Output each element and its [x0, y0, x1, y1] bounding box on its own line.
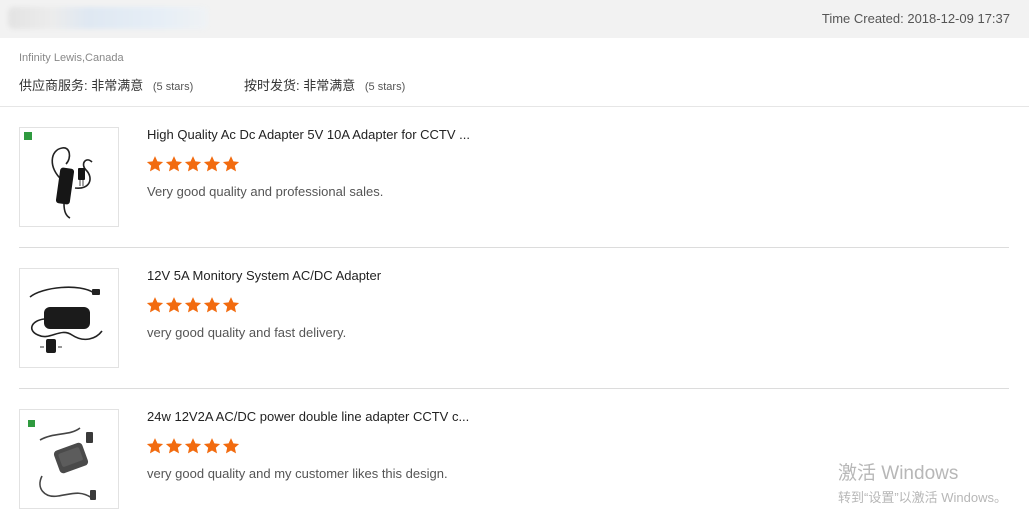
star-icon [222, 438, 240, 454]
star-icon [222, 156, 240, 172]
windows-activation-watermark: 激活 Windows 转到“设置”以激活 Windows。 [838, 462, 1007, 508]
supplier-service-rating: 供应商服务: 非常满意 (5 stars) [19, 75, 193, 94]
review-comment: very good quality and my customer likes … [147, 466, 448, 481]
star-icon [165, 156, 183, 172]
time-created: Time Created: 2018-12-09 17:37 [821, 11, 1010, 26]
star-icon [184, 156, 202, 172]
star-icon [184, 438, 202, 454]
item-divider [19, 247, 1009, 248]
on-time-shipment-label: 按时发货: [244, 78, 300, 93]
header-bar: Time Created: 2018-12-09 17:37 [0, 0, 1029, 38]
power-adapter-icon [28, 420, 96, 500]
product-rating-stars [146, 296, 240, 314]
item-divider [19, 388, 1009, 389]
review-comment: very good quality and fast delivery. [147, 325, 347, 340]
product-thumbnail[interactable] [19, 127, 119, 227]
section-divider [0, 106, 1029, 107]
product-review-item: High Quality Ac Dc Adapter 5V 10A Adapte… [19, 127, 1009, 227]
supplier-service-label: 供应商服务: [19, 78, 88, 93]
on-time-shipment-value: 非常满意 [303, 78, 356, 93]
product-review-item: 12V 5A Monitory System AC/DC Adapter ver… [19, 268, 1009, 368]
star-icon [203, 438, 221, 454]
power-adapter-icon [24, 132, 93, 219]
on-time-shipment-rating: 按时发货: 非常满意 (5 stars) [244, 75, 405, 94]
star-icon [165, 438, 183, 454]
product-rating-stars [146, 155, 240, 173]
product-rating-stars [146, 437, 240, 455]
product-title[interactable]: 12V 5A Monitory System AC/DC Adapter [147, 268, 381, 283]
product-title[interactable]: High Quality Ac Dc Adapter 5V 10A Adapte… [147, 127, 470, 142]
power-adapter-icon [29, 286, 103, 353]
watermark-title: 激活 Windows [838, 463, 959, 484]
redacted-username [8, 7, 208, 29]
supplier-service-value: 非常满意 [91, 78, 144, 93]
buyer-name-country: Infinity Lewis,Canada [19, 52, 124, 64]
star-icon [203, 156, 221, 172]
product-thumbnail[interactable] [19, 409, 119, 509]
star-icon [146, 156, 164, 172]
star-icon [146, 438, 164, 454]
review-comment: Very good quality and professional sales… [147, 184, 384, 199]
star-icon [165, 297, 183, 313]
product-title[interactable]: 24w 12V2A AC/DC power double line adapte… [147, 409, 469, 424]
watermark-subtitle: 转到“设置”以激活 Windows。 [838, 490, 1008, 505]
product-thumbnail[interactable] [19, 268, 119, 368]
star-icon [203, 297, 221, 313]
star-icon [222, 297, 240, 313]
star-icon [184, 297, 202, 313]
star-icon [146, 297, 164, 313]
on-time-shipment-stars-note: (5 stars) [364, 81, 406, 93]
supplier-service-stars-note: (5 stars) [152, 81, 194, 93]
